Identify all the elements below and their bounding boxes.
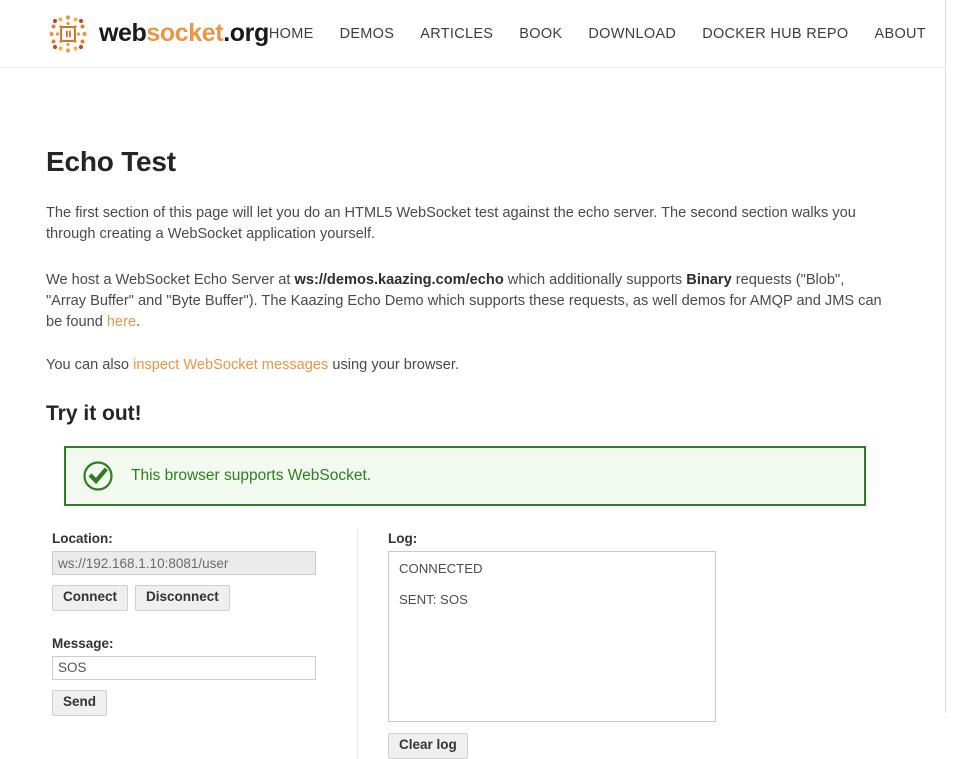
paragraph2-text-part4: . [136,314,141,330]
check-circle-icon [82,460,114,492]
nav-item-docker-hub-repo[interactable]: DOCKER HUB REPO [702,26,848,42]
paragraph2-text-part2: which additionally supports [503,272,687,288]
intro-paragraph-1: The first section of this page will let … [46,205,856,242]
nav-item-about[interactable]: ABOUT [875,26,926,42]
main-navigation: HOME DEMOS ARTICLES BOOK DOWNLOAD DOCKER… [269,26,926,42]
site-logo-text: websocket.org [99,19,269,48]
browser-support-banner: This browser supports WebSocket. [64,446,866,506]
echo-test-form: Location: Connect Disconnect Message: Se… [46,531,899,759]
intro-paragraph-2: We host a WebSocket Echo Server at ws://… [46,270,886,333]
message-label: Message: [52,635,114,651]
main-content: Echo Test The first section of this page… [0,146,945,759]
paragraph3-text-part2: using your browser. [328,357,459,373]
paragraph2-text-part1: We host a WebSocket Echo Server at [46,272,295,288]
browser-support-text: This browser supports WebSocket. [131,467,372,484]
log-entry: SENT: SOS [399,592,468,607]
location-input[interactable] [52,551,316,575]
connection-column: Location: Connect Disconnect Message: Se… [52,531,358,759]
clear-log-row: Clear log [388,733,899,759]
page-root: websocket.org HOME DEMOS ARTICLES BOOK D… [0,0,946,759]
try-it-out-heading: Try it out! [46,402,142,425]
page-title: Echo Test [46,146,176,177]
log-column: Log: CONNECTED SENT: SOS Clear log [358,531,899,759]
logo-text-org: .org [223,19,269,47]
logo-text-socket: socket [146,19,224,47]
log-output[interactable]: CONNECTED SENT: SOS [388,551,716,722]
log-label: Log: [388,531,418,546]
echo-server-url: ws://demos.kaazing.com/echo [294,272,504,288]
connection-buttons: Connect Disconnect [52,585,337,611]
inspect-websocket-messages-link[interactable]: inspect WebSocket messages [133,357,328,373]
nav-item-home[interactable]: HOME [269,26,314,42]
nav-item-book[interactable]: BOOK [519,26,562,42]
binary-emphasis: Binary [686,272,732,288]
logo-text-web: web [99,19,147,47]
message-input[interactable] [52,655,316,680]
message-group: Message: Send [52,636,337,716]
websocket-chip-logo-icon [46,12,90,56]
here-link[interactable]: here [107,314,136,330]
clear-log-button[interactable]: Clear log [388,733,468,759]
send-button-row: Send [52,689,337,716]
nav-item-articles[interactable]: ARTICLES [420,26,493,42]
disconnect-button[interactable]: Disconnect [135,585,230,611]
nav-item-download[interactable]: DOWNLOAD [588,26,676,42]
location-label: Location: [52,531,113,546]
log-entry: CONNECTED [399,561,483,576]
paragraph3-text-part1: You can also [46,357,134,373]
site-logo[interactable]: websocket.org [46,12,269,56]
connect-button[interactable]: Connect [52,585,128,611]
send-button[interactable]: Send [52,689,108,716]
site-header: websocket.org HOME DEMOS ARTICLES BOOK D… [0,0,945,68]
intro-paragraph-3: You can also inspect WebSocket messages … [46,355,886,376]
nav-item-demos[interactable]: DEMOS [340,26,395,42]
